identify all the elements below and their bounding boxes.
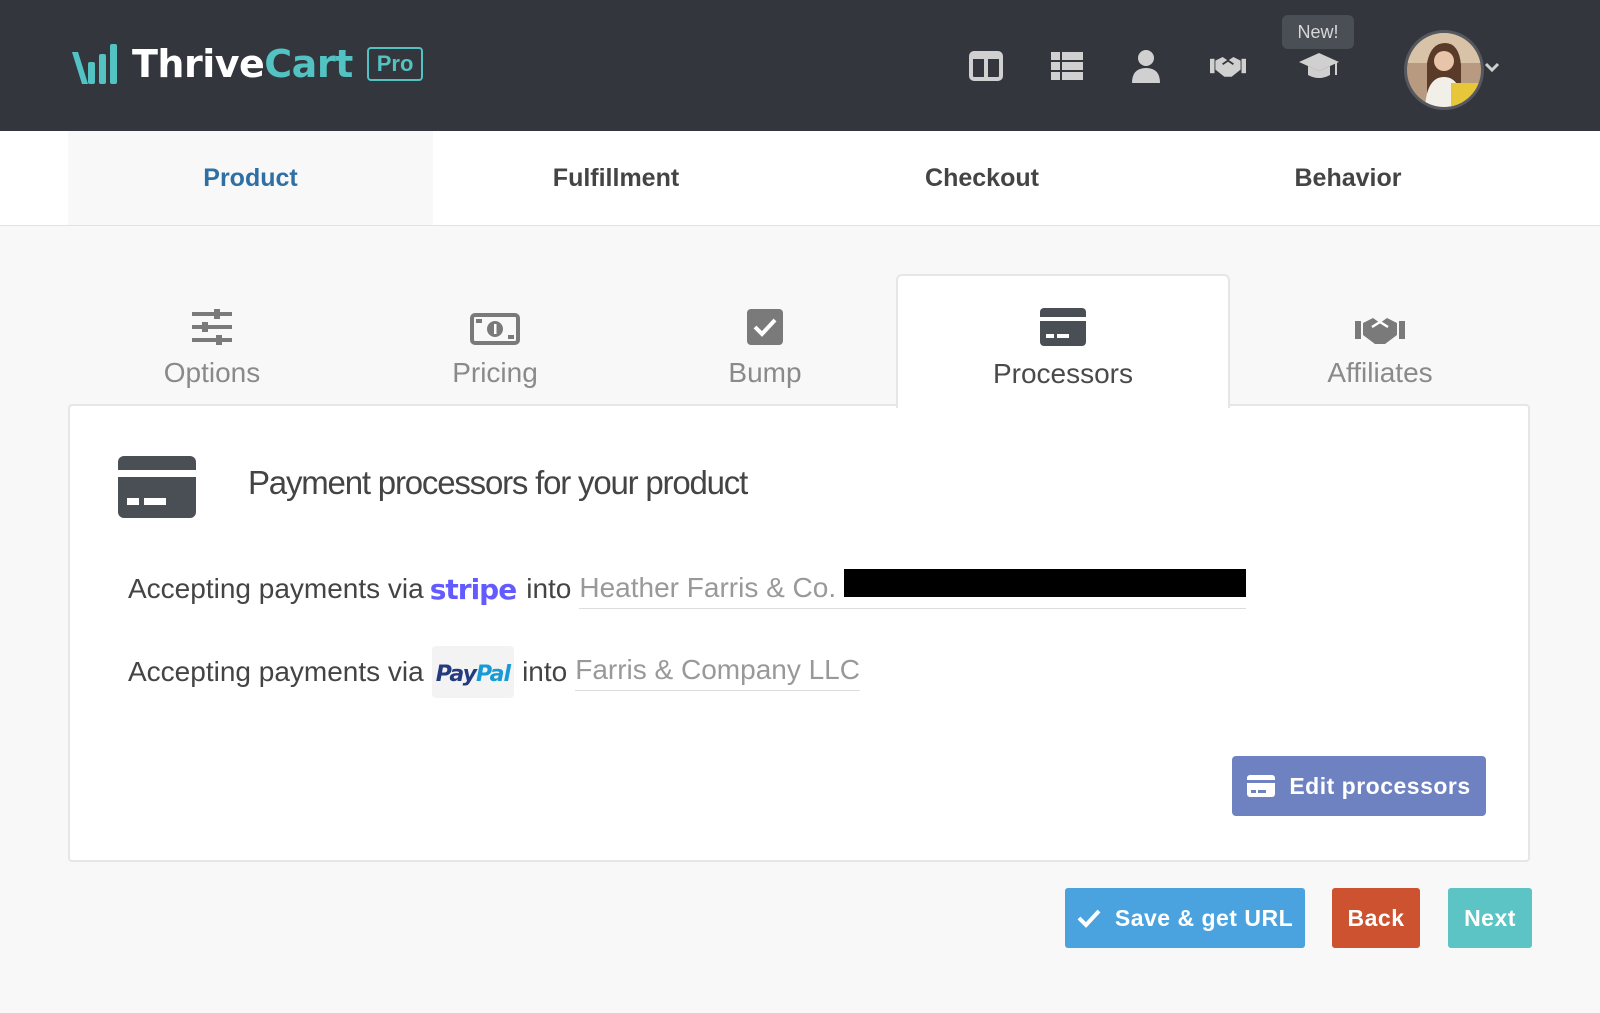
processor-prefix: Accepting payments via [128, 656, 424, 687]
subtab-label: Bump [728, 357, 802, 388]
tab-checkout[interactable]: Checkout [799, 131, 1165, 225]
subtab-affiliates[interactable]: Affiliates [1218, 275, 1542, 405]
graduation-cap-icon[interactable] [1298, 48, 1340, 84]
processor-connector: into [526, 573, 572, 604]
chevron-down-icon[interactable] [1484, 60, 1500, 78]
new-badge: New! [1282, 15, 1354, 49]
stripe-logo: stripe [429, 572, 517, 606]
subtab-processors[interactable]: Processors [896, 274, 1230, 408]
paypal-account-name: Farris & Company LLC [575, 654, 860, 691]
processors-panel: Payment processors for your product Acce… [68, 404, 1530, 862]
brand-name: ThriveCart [132, 42, 353, 86]
checkbox-icon [747, 295, 783, 345]
check-icon [1077, 909, 1101, 928]
credit-card-icon [1040, 296, 1086, 346]
subtab-bump[interactable]: Bump [603, 275, 927, 405]
tab-behavior[interactable]: Behavior [1165, 131, 1531, 225]
user-avatar[interactable] [1404, 30, 1484, 110]
handshake-icon [1355, 295, 1405, 345]
handshake-icon[interactable] [1210, 48, 1246, 84]
redacted-block [844, 569, 1247, 597]
processor-connector: into [522, 656, 568, 687]
processor-row-paypal: Accepting payments via PayPal into Farri… [128, 646, 860, 698]
pro-badge: Pro [366, 47, 424, 81]
tab-product[interactable]: Product [68, 131, 433, 225]
edit-processors-button[interactable]: Edit processors [1232, 756, 1486, 816]
processor-prefix: Accepting payments via [128, 573, 424, 604]
edit-processors-label: Edit processors [1289, 772, 1471, 799]
stripe-account-name: Heather Farris & Co. [579, 569, 1247, 609]
credit-card-icon [118, 456, 196, 523]
money-bill-icon [470, 295, 520, 345]
credit-card-icon [1247, 775, 1276, 797]
list-icon[interactable] [1049, 48, 1085, 84]
paypal-logo: PayPal [431, 646, 515, 698]
back-button[interactable]: Back [1332, 888, 1420, 948]
subtab-label: Processors [992, 358, 1134, 389]
thrivecart-logo[interactable]: ThriveCart Pro [68, 38, 424, 90]
subtab-label: Options [163, 357, 261, 388]
user-icon[interactable] [1128, 48, 1164, 84]
processor-row-stripe: Accepting payments via stripe into Heath… [128, 569, 1247, 609]
layout-icon[interactable] [968, 48, 1004, 84]
logo-mark-icon [72, 44, 117, 84]
sliders-icon [192, 295, 232, 345]
subtab-label: Pricing [452, 357, 538, 388]
subtab-options[interactable]: Options [50, 275, 374, 405]
panel-title: Payment processors for your product [248, 464, 748, 501]
save-label: Save & get URL [1114, 904, 1294, 931]
main-tabs: Product Fulfillment Checkout Behavior [0, 131, 1600, 226]
tab-fulfillment[interactable]: Fulfillment [433, 131, 799, 225]
next-button[interactable]: Next [1448, 888, 1532, 948]
subtab-label: Affiliates [1327, 357, 1433, 388]
save-get-url-button[interactable]: Save & get URL [1065, 888, 1305, 948]
top-navbar: ThriveCart Pro New! [0, 0, 1600, 131]
